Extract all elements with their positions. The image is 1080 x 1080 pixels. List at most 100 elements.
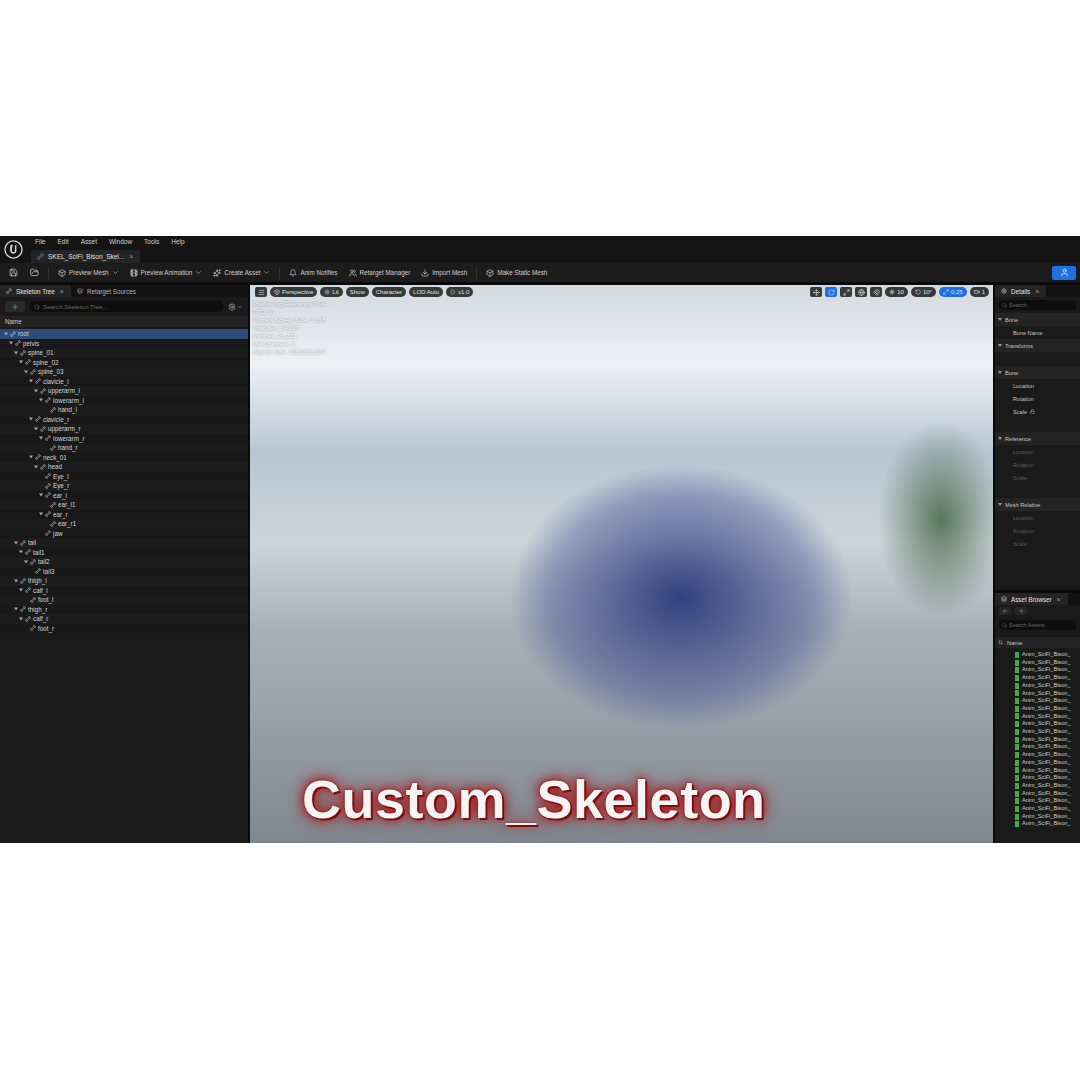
expand-arrow-icon[interactable]	[29, 417, 33, 421]
asset-row[interactable]: Anim_SciFi_Bison_	[1015, 713, 1080, 721]
viewport-button[interactable]: x1.0	[446, 287, 473, 297]
asset-row[interactable]: Anim_SciFi_Bison_	[1015, 659, 1080, 667]
asset-row[interactable]: Anim_SciFi_Bison_	[1015, 759, 1080, 767]
unreal-logo-icon[interactable]	[4, 240, 23, 259]
snap-button[interactable]: 0.25	[939, 287, 967, 297]
expand-arrow-icon[interactable]	[29, 455, 33, 459]
bone-row[interactable]: hand_l	[0, 405, 248, 415]
bone-row[interactable]: upperarm_l	[0, 386, 248, 396]
back-button[interactable]	[999, 607, 1011, 615]
bone-row[interactable]: ear_l1	[0, 500, 248, 510]
add-button[interactable]	[5, 301, 25, 312]
asset-row[interactable]: Anim_SciFi_Bison_	[1015, 820, 1080, 828]
transform-tool-button[interactable]	[810, 287, 822, 297]
lock-icon[interactable]	[1030, 409, 1035, 414]
expand-arrow-icon[interactable]	[14, 607, 18, 611]
asset-row[interactable]: Anim_SciFi_Bison_	[1015, 736, 1080, 744]
asset-row[interactable]: Anim_SciFi_Bison_	[1015, 697, 1080, 705]
bone-row[interactable]: thigh_r	[0, 605, 248, 615]
asset-search[interactable]: Search Assets	[999, 620, 1076, 630]
asset-row[interactable]: Anim_SciFi_Bison_	[1015, 774, 1080, 782]
property-row[interactable]: Scale	[995, 537, 1080, 550]
bone-row[interactable]: Eye_r	[0, 481, 248, 491]
expand-arrow-icon[interactable]	[34, 427, 38, 431]
expand-arrow-icon[interactable]	[34, 389, 38, 393]
section-header[interactable]: Bone	[995, 366, 1080, 379]
menu-item[interactable]: Help	[166, 236, 189, 248]
toolbar-button[interactable]: Preview Mesh	[54, 266, 123, 280]
asset-row[interactable]: Anim_SciFi_Bison_	[1015, 743, 1080, 751]
expand-arrow-icon[interactable]	[24, 560, 28, 564]
property-row[interactable]: Location	[995, 511, 1080, 524]
close-button[interactable]: ×	[1034, 288, 1040, 295]
bone-row[interactable]: calf_l	[0, 586, 248, 596]
bone-row[interactable]: jaw	[0, 529, 248, 539]
transform-tool-button[interactable]	[855, 287, 867, 297]
transform-tool-button[interactable]	[840, 287, 852, 297]
asset-row[interactable]: Anim_SciFi_Bison_	[1015, 666, 1080, 674]
asset-row[interactable]: Anim_SciFi_Bison_	[1015, 782, 1080, 790]
bone-row[interactable]: ear_r1	[0, 519, 248, 529]
expand-arrow-icon[interactable]	[14, 351, 18, 355]
menu-item[interactable]: Window	[104, 236, 137, 248]
document-tab[interactable]: SKEL_SciFi_Bison_Skel...×	[31, 250, 140, 263]
expand-arrow-icon[interactable]	[24, 370, 28, 374]
asset-row[interactable]: Anim_SciFi_Bison_	[1015, 728, 1080, 736]
bone-row[interactable]: hand_r	[0, 443, 248, 453]
asset-row[interactable]: Anim_SciFi_Bison_	[1015, 682, 1080, 690]
bone-row[interactable]: pelvis	[0, 339, 248, 349]
panel-tab[interactable]: Asset Browser×	[995, 593, 1068, 605]
asset-row[interactable]: Anim_SciFi_Bison_	[1015, 720, 1080, 728]
property-row[interactable]: Location	[995, 445, 1080, 458]
expand-arrow-icon[interactable]	[19, 550, 23, 554]
expand-arrow-icon[interactable]	[19, 360, 23, 364]
bone-row[interactable]: tail3	[0, 567, 248, 577]
expand-arrow-icon[interactable]	[19, 617, 23, 621]
bone-row[interactable]: neck_01	[0, 453, 248, 463]
bone-row[interactable]: lowerarm_r	[0, 434, 248, 444]
asset-row[interactable]: Anim_SciFi_Bison_	[1015, 805, 1080, 813]
toolbar-button[interactable]: Preview Animation	[126, 266, 207, 280]
viewport-button[interactable]: LOD Auto	[409, 287, 443, 297]
property-row[interactable]: Location	[995, 379, 1080, 392]
expand-arrow-icon[interactable]	[4, 332, 8, 336]
property-row[interactable]: Rotation	[995, 458, 1080, 471]
expand-arrow-icon[interactable]	[39, 493, 43, 497]
toolbar-button[interactable]: Anim Notifies	[285, 266, 341, 280]
asset-row[interactable]: Anim_SciFi_Bison_	[1015, 751, 1080, 759]
bone-row[interactable]: spine_02	[0, 358, 248, 368]
property-row[interactable]: Bone Name	[995, 326, 1080, 339]
close-button[interactable]: ×	[1056, 596, 1062, 603]
property-row[interactable]: Rotation	[995, 392, 1080, 405]
toolbar-button[interactable]: Make Static Mesh	[482, 266, 551, 280]
toolbar-button[interactable]: Create Asset	[209, 266, 274, 280]
section-header[interactable]: Reference	[995, 432, 1080, 445]
expand-arrow-icon[interactable]	[39, 436, 43, 440]
bone-row[interactable]: foot_r	[0, 624, 248, 634]
panel-tab[interactable]: Retarget Sources	[71, 285, 142, 297]
asset-row[interactable]: Anim_SciFi_Bison_	[1015, 705, 1080, 713]
expand-arrow-icon[interactable]	[14, 579, 18, 583]
settings-button[interactable]	[228, 303, 243, 311]
details-search[interactable]: Search	[999, 300, 1076, 310]
section-header[interactable]: Bone	[995, 313, 1080, 326]
snap-button[interactable]: 10	[885, 287, 908, 297]
bone-row[interactable]: clavicle_l	[0, 377, 248, 387]
expand-arrow-icon[interactable]	[34, 465, 38, 469]
bone-row[interactable]: calf_r	[0, 614, 248, 624]
bone-row[interactable]: foot_l	[0, 595, 248, 605]
forward-button[interactable]	[1015, 607, 1027, 615]
logo[interactable]	[0, 236, 27, 263]
asset-row[interactable]: Anim_SciFi_Bison_	[1015, 690, 1080, 698]
asset-row[interactable]: Anim_SciFi_Bison_	[1015, 674, 1080, 682]
search-field[interactable]: Search Skeleton Tree...	[30, 301, 223, 312]
bone-row[interactable]: lowerarm_l	[0, 396, 248, 406]
panel-tab[interactable]: Skeleton Tree×	[0, 285, 71, 297]
section-header[interactable]: Mesh Relative	[995, 498, 1080, 511]
bone-row[interactable]: spine_03	[0, 367, 248, 377]
expand-arrow-icon[interactable]	[29, 379, 33, 383]
save-button[interactable]	[4, 266, 22, 280]
bone-row[interactable]: tail2	[0, 557, 248, 567]
browse-button[interactable]	[25, 266, 43, 280]
snap-button[interactable]: 1	[970, 287, 989, 297]
